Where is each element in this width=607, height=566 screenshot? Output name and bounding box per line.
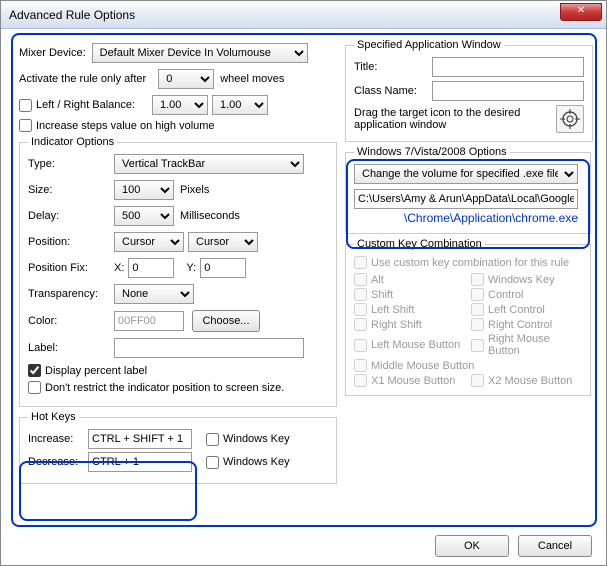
specified-app-group: Specified Application Window Title: Clas… (345, 39, 593, 142)
key-lshift-label: Left Shift (371, 304, 414, 316)
mixer-device-label: Mixer Device: (19, 47, 86, 59)
key-rmb-label: Right Mouse Button (488, 333, 582, 357)
key-mmb-label: Middle Mouse Button (371, 360, 474, 372)
key-control-checkbox[interactable] (471, 288, 484, 301)
indicator-size-unit: Pixels (180, 184, 209, 196)
title-bar: Advanced Rule Options ✕ (1, 1, 606, 29)
key-mmb-checkbox[interactable] (354, 359, 367, 372)
transparency-label: Transparency: (28, 288, 108, 300)
spec-class-label: Class Name: (354, 85, 426, 97)
key-x2-label: X2 Mouse Button (488, 375, 572, 387)
key-shift-label: Shift (371, 289, 393, 301)
key-alt-label: Alt (371, 274, 384, 286)
dialog-content: Mixer Device: Default Mixer Device In Vo… (1, 29, 606, 565)
key-rmb-checkbox[interactable] (471, 339, 484, 352)
key-rshift-label: Right Shift (371, 319, 422, 331)
indicator-size-label: Size: (28, 184, 108, 196)
key-lcontrol-label: Left Control (488, 304, 545, 316)
indicator-type-label: Type: (28, 158, 108, 170)
display-percent-label: Display percent label (45, 365, 147, 377)
hotkey-increase-label: Increase: (28, 433, 82, 445)
key-shift-checkbox[interactable] (354, 288, 367, 301)
highlight-win7 (346, 159, 590, 249)
color-input (114, 311, 184, 331)
key-x1-label: X1 Mouse Button (371, 375, 455, 387)
transparency-select[interactable]: None (114, 284, 194, 304)
spec-class-input[interactable] (432, 81, 584, 101)
hotkeys-legend: Hot Keys (28, 411, 79, 423)
lr-balance-label: Left / Right Balance: (36, 99, 152, 111)
choose-color-button[interactable]: Choose... (192, 310, 260, 332)
hotkey-decrease-winkey-label: Windows Key (223, 456, 290, 468)
use-custom-combo-label: Use custom key combination for this rule (371, 257, 569, 269)
key-lshift-checkbox[interactable] (354, 303, 367, 316)
increase-steps-label: Increase steps value on high volume (36, 120, 215, 132)
indicator-position-y-select[interactable]: Cursor (188, 232, 258, 252)
indicator-delay-label: Delay: (28, 210, 108, 222)
indicator-label-input[interactable] (114, 338, 304, 358)
crosshair-icon (560, 109, 580, 129)
key-lmb-checkbox[interactable] (354, 339, 367, 352)
specified-app-legend: Specified Application Window (354, 39, 504, 51)
key-rcontrol-checkbox[interactable] (471, 318, 484, 331)
hotkey-increase-winkey-checkbox[interactable] (206, 433, 219, 446)
dialog-buttons: OK Cancel (429, 535, 592, 557)
activate-wheel-moves-select[interactable]: 0 (158, 69, 214, 89)
indicator-delay-unit: Milliseconds (180, 210, 240, 222)
target-icon[interactable] (556, 105, 584, 133)
positionfix-x-label: X: (114, 262, 124, 274)
key-winkey-checkbox[interactable] (471, 273, 484, 286)
indicator-delay-select[interactable]: 500 (114, 206, 174, 226)
lr-balance-left-select[interactable]: 1.00 (152, 95, 208, 115)
use-custom-combo-checkbox[interactable] (354, 256, 367, 269)
positionfix-y-input[interactable] (200, 258, 246, 278)
key-lcontrol-checkbox[interactable] (471, 303, 484, 316)
lr-balance-right-select[interactable]: 1.00 (212, 95, 268, 115)
positionfix-x-input[interactable] (128, 258, 174, 278)
lr-balance-checkbox[interactable] (19, 99, 32, 112)
positionfix-y-label: Y: (186, 262, 196, 274)
hotkey-increase-input[interactable] (88, 429, 192, 449)
hotkey-decrease-winkey-checkbox[interactable] (206, 456, 219, 469)
key-rcontrol-label: Right Control (488, 319, 552, 331)
indicator-size-select[interactable]: 100 (114, 180, 174, 200)
left-column: Mixer Device: Default Mixer Device In Vo… (19, 43, 337, 488)
key-winkey-label: Windows Key (488, 274, 555, 286)
indicator-type-select[interactable]: Vertical TrackBar (114, 154, 304, 174)
indicator-options-group: Indicator Options Type: Vertical TrackBa… (19, 136, 337, 407)
key-x2-checkbox[interactable] (471, 374, 484, 387)
close-button[interactable]: ✕ (560, 3, 602, 21)
activate-rule-label-post: wheel moves (220, 73, 284, 85)
win7-options-legend: Windows 7/Vista/2008 Options (354, 146, 510, 158)
mixer-device-select[interactable]: Default Mixer Device In Volumouse (92, 43, 308, 63)
indicator-options-legend: Indicator Options (28, 136, 117, 148)
color-label: Color: (28, 315, 108, 327)
key-lmb-label: Left Mouse Button (371, 339, 460, 351)
indicator-positionfix-label: Position Fix: (28, 262, 108, 274)
activate-rule-label-pre: Activate the rule only after (19, 73, 146, 85)
drag-target-text: Drag the target icon to the desired appl… (354, 107, 550, 131)
ok-button[interactable]: OK (435, 535, 509, 557)
dont-restrict-checkbox[interactable] (28, 381, 41, 394)
key-rshift-checkbox[interactable] (354, 318, 367, 331)
spec-title-label: Title: (354, 61, 426, 73)
highlight-hotkeys (19, 461, 197, 521)
spec-title-input[interactable] (432, 57, 584, 77)
window-title: Advanced Rule Options (9, 8, 135, 22)
key-control-label: Control (488, 289, 523, 301)
indicator-position-x-select[interactable]: Cursor (114, 232, 184, 252)
increase-steps-checkbox[interactable] (19, 119, 32, 132)
key-x1-checkbox[interactable] (354, 374, 367, 387)
custom-key-group: Custom Key Combination Use custom key co… (345, 238, 591, 396)
indicator-position-label: Position: (28, 236, 108, 248)
display-percent-checkbox[interactable] (28, 364, 41, 377)
indicator-label-label: Label: (28, 342, 108, 354)
key-alt-checkbox[interactable] (354, 273, 367, 286)
hotkey-increase-winkey-label: Windows Key (223, 433, 290, 445)
close-icon: ✕ (577, 5, 585, 16)
cancel-button[interactable]: Cancel (518, 535, 592, 557)
dont-restrict-label: Don't restrict the indicator position to… (45, 382, 284, 394)
